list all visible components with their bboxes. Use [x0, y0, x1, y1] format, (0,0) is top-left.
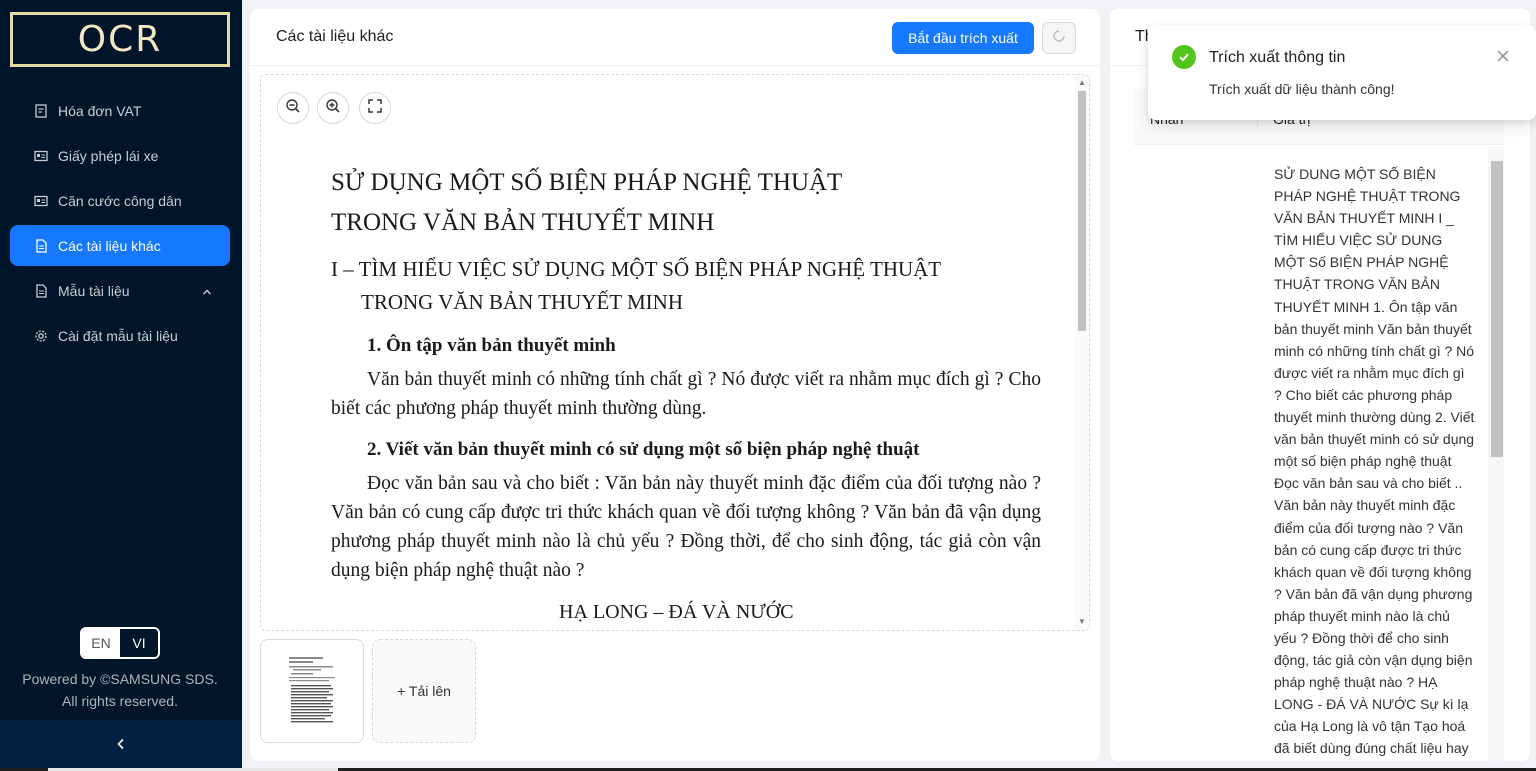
file-icon: [34, 238, 48, 253]
doc-heading-2: 2. Viết văn bản thuyết minh có sử dụng m…: [367, 439, 920, 460]
sidebar-item-document-templates[interactable]: Mẫu tài liệu: [10, 270, 230, 311]
upload-button[interactable]: + Tải lên: [372, 639, 476, 743]
doc-subtitle: HẠ LONG – ĐÁ VÀ NƯỚC: [559, 601, 794, 623]
scroll-down-icon[interactable]: ▼: [1078, 618, 1086, 626]
lang-en-button[interactable]: EN: [82, 629, 120, 657]
sidebar-item-other-documents[interactable]: Các tài liệu khác: [10, 225, 230, 266]
sidebar-item-label: Mẫu tài liệu: [58, 282, 130, 299]
fullscreen-icon: [367, 98, 383, 119]
file-icon: [34, 283, 48, 298]
viewer-scrollbar[interactable]: ▲ ▼: [1075, 75, 1089, 630]
success-notification: Trích xuất thông tin Trích xuất dữ liệu …: [1148, 25, 1536, 120]
zoom-in-button[interactable]: [317, 92, 349, 124]
notification-title: Trích xuất thông tin: [1209, 49, 1346, 66]
document-thumbnail-image: [285, 653, 339, 729]
sidebar-item-driver-license[interactable]: Giấy phép lái xe: [10, 135, 230, 176]
chevron-left-icon: [115, 737, 127, 755]
powered-by-text: Powered by ©SAMSUNG SDS.: [22, 671, 218, 687]
sidebar-menu: Hóa đơn VAT Giấy phép lái xe Căn cước cô…: [10, 90, 230, 360]
reload-icon: [1051, 28, 1067, 49]
zoom-out-icon: [285, 98, 301, 119]
lang-vi-button[interactable]: VI: [120, 629, 158, 657]
sidebar-item-citizen-id[interactable]: Căn cước công dân: [10, 180, 230, 221]
scrollbar-thumb[interactable]: [1078, 91, 1086, 331]
app-logo[interactable]: OCR: [10, 12, 230, 67]
check-circle-icon: [1172, 45, 1196, 69]
scrollbar-thumb[interactable]: [1491, 161, 1503, 457]
panel-header: Các tài liệu khác Bắt đầu trích xuất: [250, 9, 1100, 66]
notification-message: Trích xuất dữ liệu thành công!: [1209, 81, 1395, 97]
page-thumbnail[interactable]: [260, 639, 364, 743]
footer-credits: Powered by ©SAMSUNG SDS. All rights rese…: [0, 668, 240, 712]
id-card-icon: [34, 194, 48, 208]
sidebar-item-label: Căn cước công dân: [58, 192, 182, 209]
extracted-value-cell: SỬ DUNG MỘT SỐ BIỆN PHÁP NGHỆ THUẬT TRON…: [1274, 166, 1475, 757]
start-extract-button[interactable]: Bắt đầu trích xuất: [892, 22, 1034, 54]
zoom-out-button[interactable]: [277, 92, 309, 124]
document-page: SỬ DỤNG MỘT SỐ BIỆN PHÁP NGHỆ THUẬT TRON…: [331, 163, 1041, 625]
scroll-up-icon[interactable]: ▲: [1078, 79, 1086, 87]
sidebar-item-label: Cài đặt mẫu tài liệu: [58, 327, 178, 344]
doc-heading-1: 1. Ôn tập văn bản thuyết minh: [367, 335, 616, 356]
doc-section-line-2: TRONG VĂN BẢN THUYẾT MINH: [361, 290, 684, 314]
document-panel: Các tài liệu khác Bắt đầu trích xuất SỬ …: [250, 9, 1100, 761]
zoom-in-icon: [325, 98, 341, 119]
doc-title-line-2: TRONG VĂN BẢN THUYẾT MINH: [331, 209, 715, 236]
collapse-sidebar-button[interactable]: [0, 720, 242, 771]
rights-text: All rights reserved.: [62, 693, 178, 709]
sidebar-item-template-settings[interactable]: Cài đặt mẫu tài liệu: [10, 315, 230, 356]
page-title: Các tài liệu khác: [276, 28, 394, 45]
result-panel: Th Nhãn Giá trị SỬ DUNG MỘT SỐ BIỆN PHÁP…: [1110, 9, 1530, 761]
document-viewer: SỬ DỤNG MỘT SỐ BIỆN PHÁP NGHỆ THUẬT TRON…: [260, 74, 1090, 631]
reload-button[interactable]: [1042, 22, 1076, 54]
sidebar-item-label: Giấy phép lái xe: [58, 147, 159, 164]
fullscreen-button[interactable]: [359, 92, 391, 124]
sidebar-item-label: Hóa đơn VAT: [58, 102, 142, 119]
result-scrollbar[interactable]: [1488, 147, 1504, 761]
invoice-icon: [34, 103, 48, 118]
doc-paragraph-1: Văn bản thuyết minh có những tính chất g…: [331, 369, 1041, 419]
doc-title-line-1: SỬ DỤNG MỘT SỐ BIỆN PHÁP NGHỆ THUẬT: [331, 169, 843, 196]
language-switch: EN VI: [80, 627, 160, 659]
chevron-up-icon[interactable]: [202, 284, 212, 295]
close-icon[interactable]: [1496, 49, 1510, 63]
sidebar: OCR Hóa đơn VAT Giấy phép lái xe Căn cướ…: [0, 0, 242, 771]
id-card-icon: [34, 149, 48, 163]
sidebar-item-label: Các tài liệu khác: [58, 237, 161, 254]
doc-section-line-1: I – TÌM HIỂU VIỆC SỬ DỤNG MỘT SỐ BIỆN PH…: [331, 257, 942, 281]
sidebar-item-vat-invoice[interactable]: Hóa đơn VAT: [10, 90, 230, 131]
gear-icon: [34, 329, 48, 343]
doc-paragraph-2: Đọc văn bản sau và cho biết : Văn bản nà…: [331, 473, 1041, 581]
